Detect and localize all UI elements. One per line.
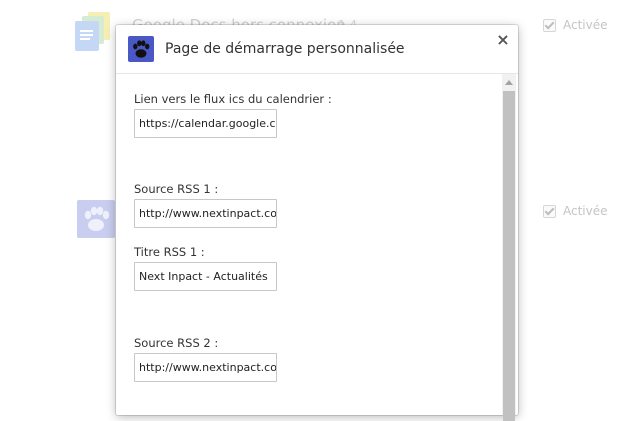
dialog-header: Page de démarrage personnalisée × xyxy=(116,25,518,74)
extension-options-dialog: Page de démarrage personnalisée × Lien v… xyxy=(116,25,518,421)
dialog-title: Page de démarrage personnalisée xyxy=(165,41,405,57)
rss-source-2-label: Source RSS 2 : xyxy=(134,336,219,350)
dialog-scrollbar[interactable] xyxy=(502,74,516,421)
rss-source-1-input[interactable]: http://www.nextinpact.com xyxy=(134,199,277,228)
rss-source-1-label: Source RSS 1 : xyxy=(134,182,219,196)
scrollbar-thumb[interactable] xyxy=(503,91,515,421)
scroll-up-arrow-icon[interactable] xyxy=(505,80,513,85)
paw-icon xyxy=(77,200,115,238)
enabled-label: Activée xyxy=(563,18,608,32)
rss-title-1-label: Titre RSS 1 : xyxy=(134,245,205,259)
rss-source-2-input[interactable]: http://www.nextinpact.com xyxy=(134,353,277,382)
close-icon[interactable]: × xyxy=(494,31,512,49)
calendar-ics-input[interactable]: https://calendar.google.com xyxy=(134,109,277,138)
enabled-checkbox[interactable] xyxy=(543,204,556,218)
enabled-checkbox[interactable] xyxy=(543,18,556,32)
paw-icon xyxy=(128,36,154,62)
google-docs-icon xyxy=(74,12,118,56)
rss-title-1-input[interactable]: Next Inpact - Actualités xyxy=(134,262,277,291)
options-form: Lien vers le flux ics du calendrier : ht… xyxy=(116,74,502,415)
extension-enabled-toggle[interactable]: Activée xyxy=(543,18,608,32)
calendar-ics-label: Lien vers le flux ics du calendrier : xyxy=(134,92,332,106)
extension-enabled-toggle[interactable]: Activée xyxy=(543,204,608,218)
enabled-label: Activée xyxy=(563,204,608,218)
